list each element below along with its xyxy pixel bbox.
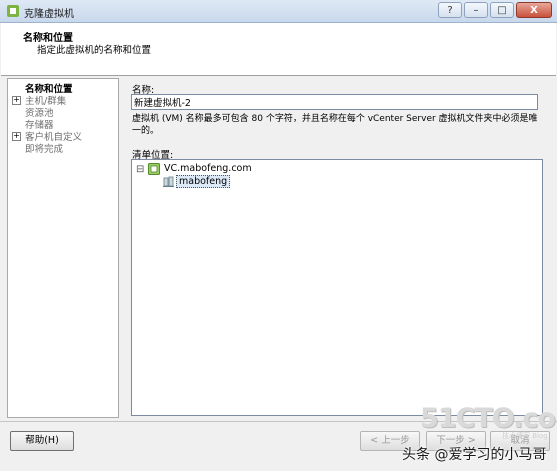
title-bar: 克隆虚拟机 ? – □ X xyxy=(0,0,557,23)
step-ready-to-complete[interactable]: 即将完成 xyxy=(25,141,63,155)
name-description: 虚拟机 (VM) 名称最多可包含 80 个字符，并且名称在每个 vCenter … xyxy=(132,114,538,136)
watermark-subtitle: 技术博客 Blog xyxy=(502,432,548,440)
tree-node-vcenter[interactable]: VC.mabofeng.com xyxy=(164,163,252,174)
window-title: 克隆虚拟机 xyxy=(24,9,74,20)
minimize-button[interactable]: – xyxy=(464,2,488,18)
datacenter-icon xyxy=(163,176,174,187)
page-subtitle: 指定此虚拟机的名称和位置 xyxy=(37,45,152,56)
collapse-icon[interactable]: ⊟ xyxy=(136,165,144,175)
help-window-button[interactable]: ? xyxy=(438,2,462,18)
vsphere-app-icon xyxy=(7,5,19,17)
wizard-header: 名称和位置 指定此虚拟机的名称和位置 xyxy=(1,23,556,76)
expand-icon[interactable]: + xyxy=(12,96,21,105)
watermark-credit: 头条 @爱学习的小马哥 xyxy=(402,447,547,463)
inventory-tree[interactable]: ⊟ VC.mabofeng.com mabofeng xyxy=(131,159,543,416)
watermark-logo: 51CTO.com xyxy=(420,403,557,434)
tree-node-datacenter[interactable]: mabofeng xyxy=(176,175,231,188)
close-button[interactable]: X xyxy=(516,2,552,18)
vcenter-icon xyxy=(148,163,160,175)
main-panel: 名称: 虚拟机 (VM) 名称最多可包含 80 个字符，并且名称在每个 vCen… xyxy=(125,78,551,418)
help-button[interactable]: 帮助(H) xyxy=(10,431,74,451)
vm-name-input[interactable] xyxy=(131,94,538,110)
expand-icon[interactable]: + xyxy=(12,132,21,141)
wizard-steps-nav: 名称和位置 + 主机/群集 资源池 存储器 + 客户机自定义 即将完成 xyxy=(7,78,119,418)
maximize-button[interactable]: □ xyxy=(490,2,514,18)
